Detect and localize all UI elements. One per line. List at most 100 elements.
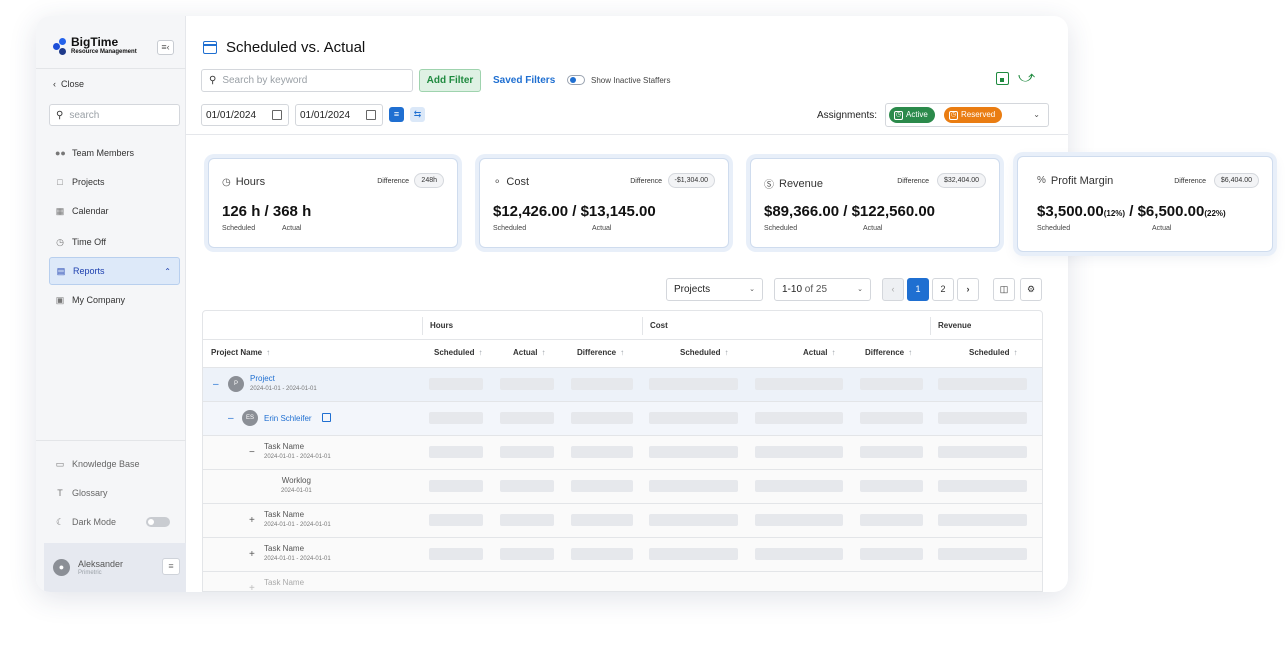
sort-arrow-icon: ↑ [620, 348, 625, 357]
export-icon[interactable]: ◫ [993, 278, 1015, 301]
collapse-icon[interactable]: – [228, 413, 234, 424]
sidebar-item-team-members[interactable]: ●● Team Members [49, 140, 180, 166]
sort-arrow-icon: ↑ [1013, 348, 1018, 357]
keyword-search-input[interactable]: ⚲ Search by keyword [201, 69, 413, 92]
column-header-revenue-scheduled[interactable]: Scheduled ↑ [969, 348, 1017, 357]
range-value: 1-10 [782, 284, 803, 295]
chevron-down-icon[interactable]: ⌄ [1033, 110, 1040, 119]
brand-logo[interactable]: BigTime Resource Management [53, 36, 137, 56]
collapse-icon[interactable]: − [249, 447, 255, 458]
row-date: 2024-01-01 [281, 488, 312, 494]
prev-page-button[interactable]: ‹ [882, 278, 904, 301]
sidebar-item-label: Calendar [72, 206, 109, 216]
collapse-icon[interactable]: – [213, 379, 219, 390]
assignment-reserved-chip[interactable]: ◷ Reserved [944, 107, 1003, 123]
sidebar-item-my-company[interactable]: ▣ My Company [49, 287, 180, 313]
expand-icon[interactable]: + [249, 583, 255, 591]
page-title: Scheduled vs. Actual [203, 39, 365, 56]
sort-arrow-icon: ↑ [908, 348, 913, 357]
date-to-input[interactable]: 01/01/2024 [295, 104, 383, 126]
row-name: Worklog [281, 476, 311, 485]
group-header-revenue: Revenue [938, 321, 972, 330]
assignment-active-chip[interactable]: ◷ Active [889, 107, 935, 123]
calendar-icon[interactable] [272, 110, 282, 120]
column-header-hours-difference[interactable]: Difference ↑ [577, 348, 624, 357]
kpi-card-profit-margin: % Profit Margin Difference $6,404.00 $3,5… [1017, 156, 1273, 252]
employee-link[interactable]: Erin Schleifer [264, 414, 312, 423]
sidebar-item-calendar[interactable]: ▦ Calendar [49, 198, 180, 224]
column-header-cost-difference[interactable]: Difference ↑ [865, 348, 912, 357]
calendar-icon[interactable] [366, 110, 376, 120]
kpi-diff-label: Difference [897, 178, 929, 185]
loading-placeholder [429, 548, 483, 560]
user-profile[interactable]: ● Aleksander Primetric ≡ [44, 543, 186, 592]
collapse-sidebar-button[interactable]: ≡‹ [157, 40, 174, 55]
row-date: 2024-01-01 - 2024-01-01 [264, 556, 331, 562]
page-size-select[interactable]: 1-10 of 25 ⌄ [774, 278, 871, 301]
save-icon[interactable] [996, 72, 1009, 85]
loading-placeholder [429, 480, 483, 492]
sort-arrow-icon: ↑ [541, 348, 546, 357]
sidebar-item-reports[interactable]: ▤ Reports ⌃ [49, 257, 180, 285]
assignments-select[interactable]: ◷ Active ◷ Reserved ⌄ [885, 103, 1049, 127]
sidebar-item-label: My Company [72, 295, 126, 305]
kpi-diff-label: Difference [377, 178, 409, 185]
sidebar-item-dark-mode[interactable]: ☾ Dark Mode [49, 509, 180, 535]
expand-icon[interactable]: + [249, 549, 255, 560]
users-icon: ●● [55, 148, 66, 158]
loading-placeholder [571, 514, 633, 526]
column-header-project-name[interactable]: Project Name ↑ [211, 348, 270, 357]
main-content: Scheduled vs. Actual ⚲ Search by keyword… [186, 16, 1068, 592]
date-from-input[interactable]: 01/01/2024 [201, 104, 289, 126]
column-header-cost-scheduled[interactable]: Scheduled ↑ [680, 348, 728, 357]
project-link[interactable]: Project [250, 374, 275, 383]
loading-placeholder [860, 446, 923, 458]
sidebar-item-time-off[interactable]: ◷ Time Off [49, 229, 180, 255]
settings-icon[interactable]: ⚙ [1020, 278, 1042, 301]
column-header-hours-actual[interactable]: Actual ↑ [513, 348, 545, 357]
sidebar-search-input[interactable]: ⚲ search [49, 104, 180, 126]
sidebar-item-projects[interactable]: □ Projects [49, 169, 180, 195]
close-label: Close [61, 79, 85, 89]
column-header-cost-actual[interactable]: Actual ↑ [803, 348, 835, 357]
show-inactive-toggle[interactable] [567, 75, 585, 85]
user-menu-button[interactable]: ≡ [162, 558, 180, 575]
keyword-search-placeholder: Search by keyword [222, 75, 308, 86]
sidebar-item-knowledge-base[interactable]: ▭ Knowledge Base [49, 451, 180, 477]
page-1-button[interactable]: 1 [907, 278, 929, 301]
kpi-values: 126 h / 368 h [222, 203, 312, 220]
loading-placeholder [649, 412, 738, 424]
kpi-title: Profit Margin [1050, 175, 1114, 187]
external-link-icon[interactable] [322, 413, 331, 422]
list-view-button[interactable]: ≡ [389, 107, 404, 122]
loading-placeholder [571, 378, 633, 390]
kpi-title: Revenue [779, 177, 824, 190]
divider [642, 317, 643, 335]
sidebar-item-label: Knowledge Base [72, 459, 140, 469]
column-header-hours-scheduled[interactable]: Scheduled ↑ [434, 348, 482, 357]
assignment-active-label: Active [906, 110, 928, 119]
app-window: BigTime Resource Management ≡‹ ‹ Close ⚲… [36, 16, 1068, 592]
loading-placeholder [500, 480, 554, 492]
expand-icon[interactable]: + [249, 515, 255, 526]
share-icon[interactable]: ⤻ [1018, 69, 1035, 87]
assignment-reserved-label: Reserved [961, 110, 996, 119]
dark-mode-toggle[interactable] [146, 517, 170, 527]
swap-view-button[interactable]: ⇆ [410, 107, 425, 122]
next-page-button[interactable]: › [957, 278, 979, 301]
loading-placeholder [571, 480, 633, 492]
close-link[interactable]: ‹ Close [53, 79, 84, 89]
coins-icon: ⚬ [493, 176, 502, 188]
page-2-button[interactable]: 2 [932, 278, 954, 301]
divider [422, 317, 423, 335]
sidebar-search-placeholder: search [69, 109, 100, 121]
kpi-diff-badge: -$1,304.00 [667, 173, 715, 188]
sidebar-item-glossary[interactable]: T Glossary [49, 480, 180, 506]
saved-filters-link[interactable]: Saved Filters [493, 75, 555, 86]
table-row[interactable]: + Task Name [203, 571, 1042, 591]
kpi-diff-badge: $32,404.00 [936, 173, 986, 188]
group-by-select[interactable]: Projects ⌄ [666, 278, 763, 301]
moon-icon: ☾ [55, 516, 65, 527]
search-icon: ⚲ [56, 109, 64, 121]
add-filter-button[interactable]: Add Filter [419, 69, 481, 92]
